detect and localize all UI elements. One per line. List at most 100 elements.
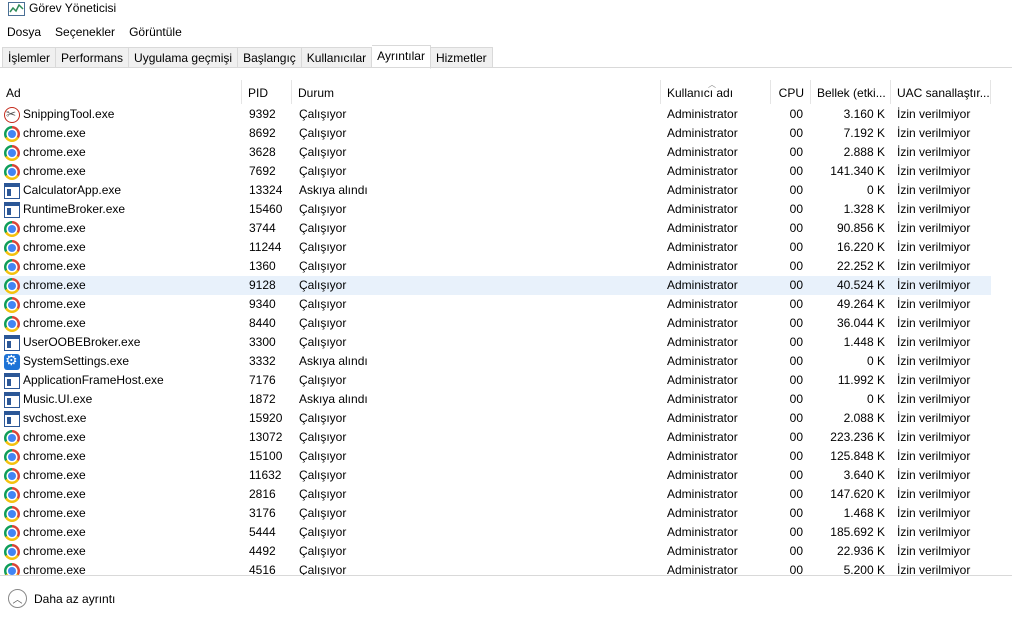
cell-pid: 11632 xyxy=(249,468,282,482)
cell-memory: 3.640 K xyxy=(843,468,885,482)
cell-cpu: 00 xyxy=(789,354,803,368)
cell-status: Çalışıyor xyxy=(299,316,347,330)
chrome-icon xyxy=(4,505,20,522)
table-row[interactable]: chrome.exe 15100 Çalışıyor Administrator 00 1… xyxy=(0,447,991,466)
table-row[interactable]: chrome.exe 3176 Çalışıyor Administrator 00 1.… xyxy=(0,504,991,523)
column-header-user[interactable]: ︿ Kullanıcı adı xyxy=(661,80,771,104)
cell-uac: İzin verilmiyor xyxy=(897,411,971,425)
tab-baslangic[interactable]: Başlangıç xyxy=(238,47,302,68)
cell-status: Çalışıyor xyxy=(299,373,347,387)
column-header-uac[interactable]: UAC sanallaştır... xyxy=(891,80,991,104)
chrome-icon xyxy=(4,486,20,503)
cell-name: SnippingTool.exe xyxy=(0,105,242,124)
cell-user: Administrator xyxy=(667,430,738,444)
cell-cpu: 00 xyxy=(789,126,803,140)
cell-uac: İzin verilmiyor xyxy=(897,506,971,520)
table-row[interactable]: chrome.exe 9340 Çalışıyor Administrator 00 49… xyxy=(0,295,991,314)
cell-user: Administrator xyxy=(667,164,738,178)
cell-user: Administrator xyxy=(667,240,738,254)
tab-islemler[interactable]: İşlemler xyxy=(2,47,57,68)
table-row[interactable]: chrome.exe 4492 Çalışıyor Administrator 00 22… xyxy=(0,542,991,561)
tab-kullanicilar[interactable]: Kullanıcılar xyxy=(301,47,373,68)
table-row[interactable]: SystemSettings.exe 3332 Askıya alındı Admin… xyxy=(0,352,991,371)
table-row[interactable]: chrome.exe 7692 Çalışıyor Administrator 00 14… xyxy=(0,162,991,181)
cell-user: Administrator xyxy=(667,126,738,140)
cell-status: Çalışıyor xyxy=(299,468,347,482)
cell-user: Administrator xyxy=(667,259,738,273)
cell-cpu: 00 xyxy=(789,468,803,482)
table-row[interactable]: RuntimeBroker.exe 15460 Çalışıyor Administr… xyxy=(0,200,991,219)
cell-pid: 4492 xyxy=(249,544,276,558)
table-row[interactable]: SnippingTool.exe 9392 Çalışıyor Administrat… xyxy=(0,105,991,124)
process-name: RuntimeBroker.exe xyxy=(23,202,126,216)
cell-status: Çalışıyor xyxy=(299,335,347,349)
column-header-memory[interactable]: Bellek (etki... xyxy=(811,80,891,104)
cell-cpu: 00 xyxy=(789,563,803,575)
cell-pid: 2816 xyxy=(249,487,276,501)
cell-pid: 3332 xyxy=(249,354,276,368)
cell-name: chrome.exe xyxy=(0,143,242,162)
tab-divider xyxy=(0,67,1012,68)
table-row[interactable]: chrome.exe 5444 Çalışıyor Administrator 00 18… xyxy=(0,523,991,542)
menu-dosya[interactable]: Dosya xyxy=(0,22,48,42)
sort-ascending-icon: ︿ xyxy=(708,80,716,89)
cell-memory: 141.340 K xyxy=(830,164,885,178)
cell-cpu: 00 xyxy=(789,487,803,501)
table-row[interactable]: chrome.exe 8692 Çalışıyor Administrator 00 7.… xyxy=(0,124,991,143)
cell-cpu: 00 xyxy=(789,525,803,539)
tab-performans[interactable]: Performans xyxy=(56,47,130,68)
fewer-details-toggle[interactable]: ︿ Daha az ayrıntı xyxy=(8,589,115,608)
cell-uac: İzin verilmiyor xyxy=(897,202,971,216)
column-header-cpu[interactable]: CPU xyxy=(771,80,811,104)
tab-hizmetler[interactable]: Hizmetler xyxy=(430,47,493,68)
cell-memory: 90.856 K xyxy=(836,221,885,235)
table-row[interactable]: chrome.exe 1360 Çalışıyor Administrator 00 22… xyxy=(0,257,991,276)
table-row[interactable]: CalculatorApp.exe 13324 Askıya alındı Admin… xyxy=(0,181,991,200)
snipping-tool-icon xyxy=(4,105,20,124)
footer-divider xyxy=(0,575,1012,576)
table-row[interactable]: svchost.exe 15920 Çalışıyor Administrator 00… xyxy=(0,409,991,428)
cell-status: Çalışıyor xyxy=(299,449,347,463)
cell-status: Askıya alındı xyxy=(299,354,368,368)
cell-uac: İzin verilmiyor xyxy=(897,373,971,387)
cell-cpu: 00 xyxy=(789,373,803,387)
table-row[interactable]: chrome.exe 3744 Çalışıyor Administrator 00 90… xyxy=(0,219,991,238)
fewer-details-label: Daha az ayrıntı xyxy=(34,591,116,606)
table-row[interactable]: chrome.exe 2816 Çalışıyor Administrator 00 14… xyxy=(0,485,991,504)
column-header-name[interactable]: Ad xyxy=(0,80,242,104)
cell-user: Administrator xyxy=(667,392,738,406)
tab-ayrintilar[interactable]: Ayrıntılar xyxy=(372,45,431,69)
table-row[interactable]: chrome.exe 3628 Çalışıyor Administrator 00 2.… xyxy=(0,143,991,162)
table-row[interactable]: chrome.exe 11632 Çalışıyor Administrator 00 3… xyxy=(0,466,991,485)
cell-cpu: 00 xyxy=(789,221,803,235)
cell-name: chrome.exe xyxy=(0,447,242,466)
cell-memory: 1.468 K xyxy=(843,506,885,520)
column-header-status[interactable]: Durum xyxy=(292,80,661,104)
cell-memory: 22.252 K xyxy=(836,259,885,273)
cell-memory: 1.328 K xyxy=(843,202,885,216)
table-row[interactable]: chrome.exe 8440 Çalışıyor Administrator 00 36… xyxy=(0,314,991,333)
table-row[interactable]: chrome.exe 9128 Çalışıyor Administrator 00 40… xyxy=(0,276,991,295)
menu-goruntule[interactable]: Görüntüle xyxy=(122,22,189,42)
cell-status: Çalışıyor xyxy=(299,221,347,235)
cell-uac: İzin verilmiyor xyxy=(897,297,971,311)
cell-pid: 7692 xyxy=(249,164,276,178)
table-row[interactable]: UserOOBEBroker.exe 3300 Çalışıyor Administr… xyxy=(0,333,991,352)
cell-pid: 3176 xyxy=(249,506,276,520)
column-header-pid[interactable]: PID xyxy=(242,80,292,104)
menu-secenekler[interactable]: Seçenekler xyxy=(48,22,122,42)
cell-user: Administrator xyxy=(667,487,738,501)
cell-pid: 15920 xyxy=(249,411,283,425)
cell-user: Administrator xyxy=(667,221,738,235)
tab-uygulama-gecmisi[interactable]: Uygulama geçmişi xyxy=(129,47,239,68)
cell-uac: İzin verilmiyor xyxy=(897,354,971,368)
cell-name: chrome.exe xyxy=(0,466,242,485)
table-row[interactable]: chrome.exe 4516 Çalışıyor Administrator 00 5.… xyxy=(0,561,991,575)
table-row[interactable]: ApplicationFrameHost.exe 7176 Çalışıyor Adm… xyxy=(0,371,991,390)
table-row[interactable]: chrome.exe 13072 Çalışıyor Administrator 00 2… xyxy=(0,428,991,447)
table-row[interactable]: Music.UI.exe 1872 Askıya alındı Administrat… xyxy=(0,390,991,409)
cell-cpu: 00 xyxy=(789,164,803,178)
table-row[interactable]: chrome.exe 11244 Çalışıyor Administrator 00 1… xyxy=(0,238,991,257)
cell-memory: 0 K xyxy=(866,392,885,406)
process-name: chrome.exe xyxy=(23,164,86,178)
